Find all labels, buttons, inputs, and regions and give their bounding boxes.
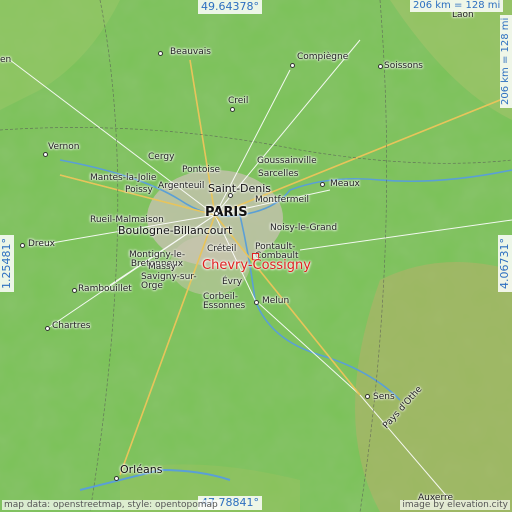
place-label: Poissy [125,185,153,195]
place-label: Rambouillet [78,284,132,294]
place-label: Sarcelles [258,169,299,179]
place-label: Dreux [28,239,55,249]
place-label: Meaux [330,179,360,189]
place-label: Vernon [48,142,80,152]
place-label: Cergy [148,152,175,162]
place-label: Créteil [207,244,237,254]
place-label: Corbeil-Essonnes [203,292,246,311]
place-label: Soissons [384,61,423,71]
place-label: Savigny-sur-Orge [141,272,197,291]
place-label: Orléans [120,463,163,476]
city-dot [43,152,48,157]
city-dot [378,64,383,69]
place-label: Chartres [52,321,91,331]
place-label: Noisy-le-Grand [270,223,338,233]
place-label: Beauvais [170,47,211,57]
city-dot [158,51,163,56]
city-dot [45,326,50,331]
map-credit: map data: openstreetmap, style: opentopo… [2,500,220,510]
place-label: Pontoise [182,165,221,175]
coord-right: 4.06731° [498,235,512,292]
place-label: Massy [148,262,176,272]
place-label: Montfermeil [255,195,310,205]
place-label: Melun [262,296,290,306]
city-dot [254,300,259,305]
site-credit: image by elevation.city [400,500,510,510]
place-label: PARIS [205,205,248,220]
city-dot [20,243,25,248]
place-label: Rueil-Malmaison [90,215,164,225]
place-label: Laon [452,10,474,20]
scale-top: 206 km = 128 mi [410,0,504,12]
place-label: Creil [228,96,249,106]
place-label: Goussainville [257,156,317,166]
city-dot [290,63,295,68]
place-label: Évry [222,277,243,287]
city-dot [230,107,235,112]
city-dot [72,288,77,293]
city-dot [114,476,119,481]
place-label: Sens [373,392,395,402]
topographic-map[interactable]: PARIS Saint-Denis Boulogne-Billancourt O… [0,0,512,512]
place-label: Saint-Denis [208,182,272,195]
city-dot [228,193,233,198]
place-label: Argenteuil [158,181,205,191]
city-dot [365,394,370,399]
coord-top: 49.64378° [198,0,262,14]
highlight-label: Chevry-Cossigny [202,258,311,273]
city-dot [214,211,219,216]
place-label: Boulogne-Billancourt [118,224,233,237]
city-dot [320,182,325,187]
coord-left: 1.25481° [0,235,14,292]
scale-right: 206 km = 128 mi [500,14,512,108]
place-label: Compiègne [297,52,349,62]
place-label: Mantes-la-Jolie [90,173,157,183]
place-label: en [0,55,12,65]
